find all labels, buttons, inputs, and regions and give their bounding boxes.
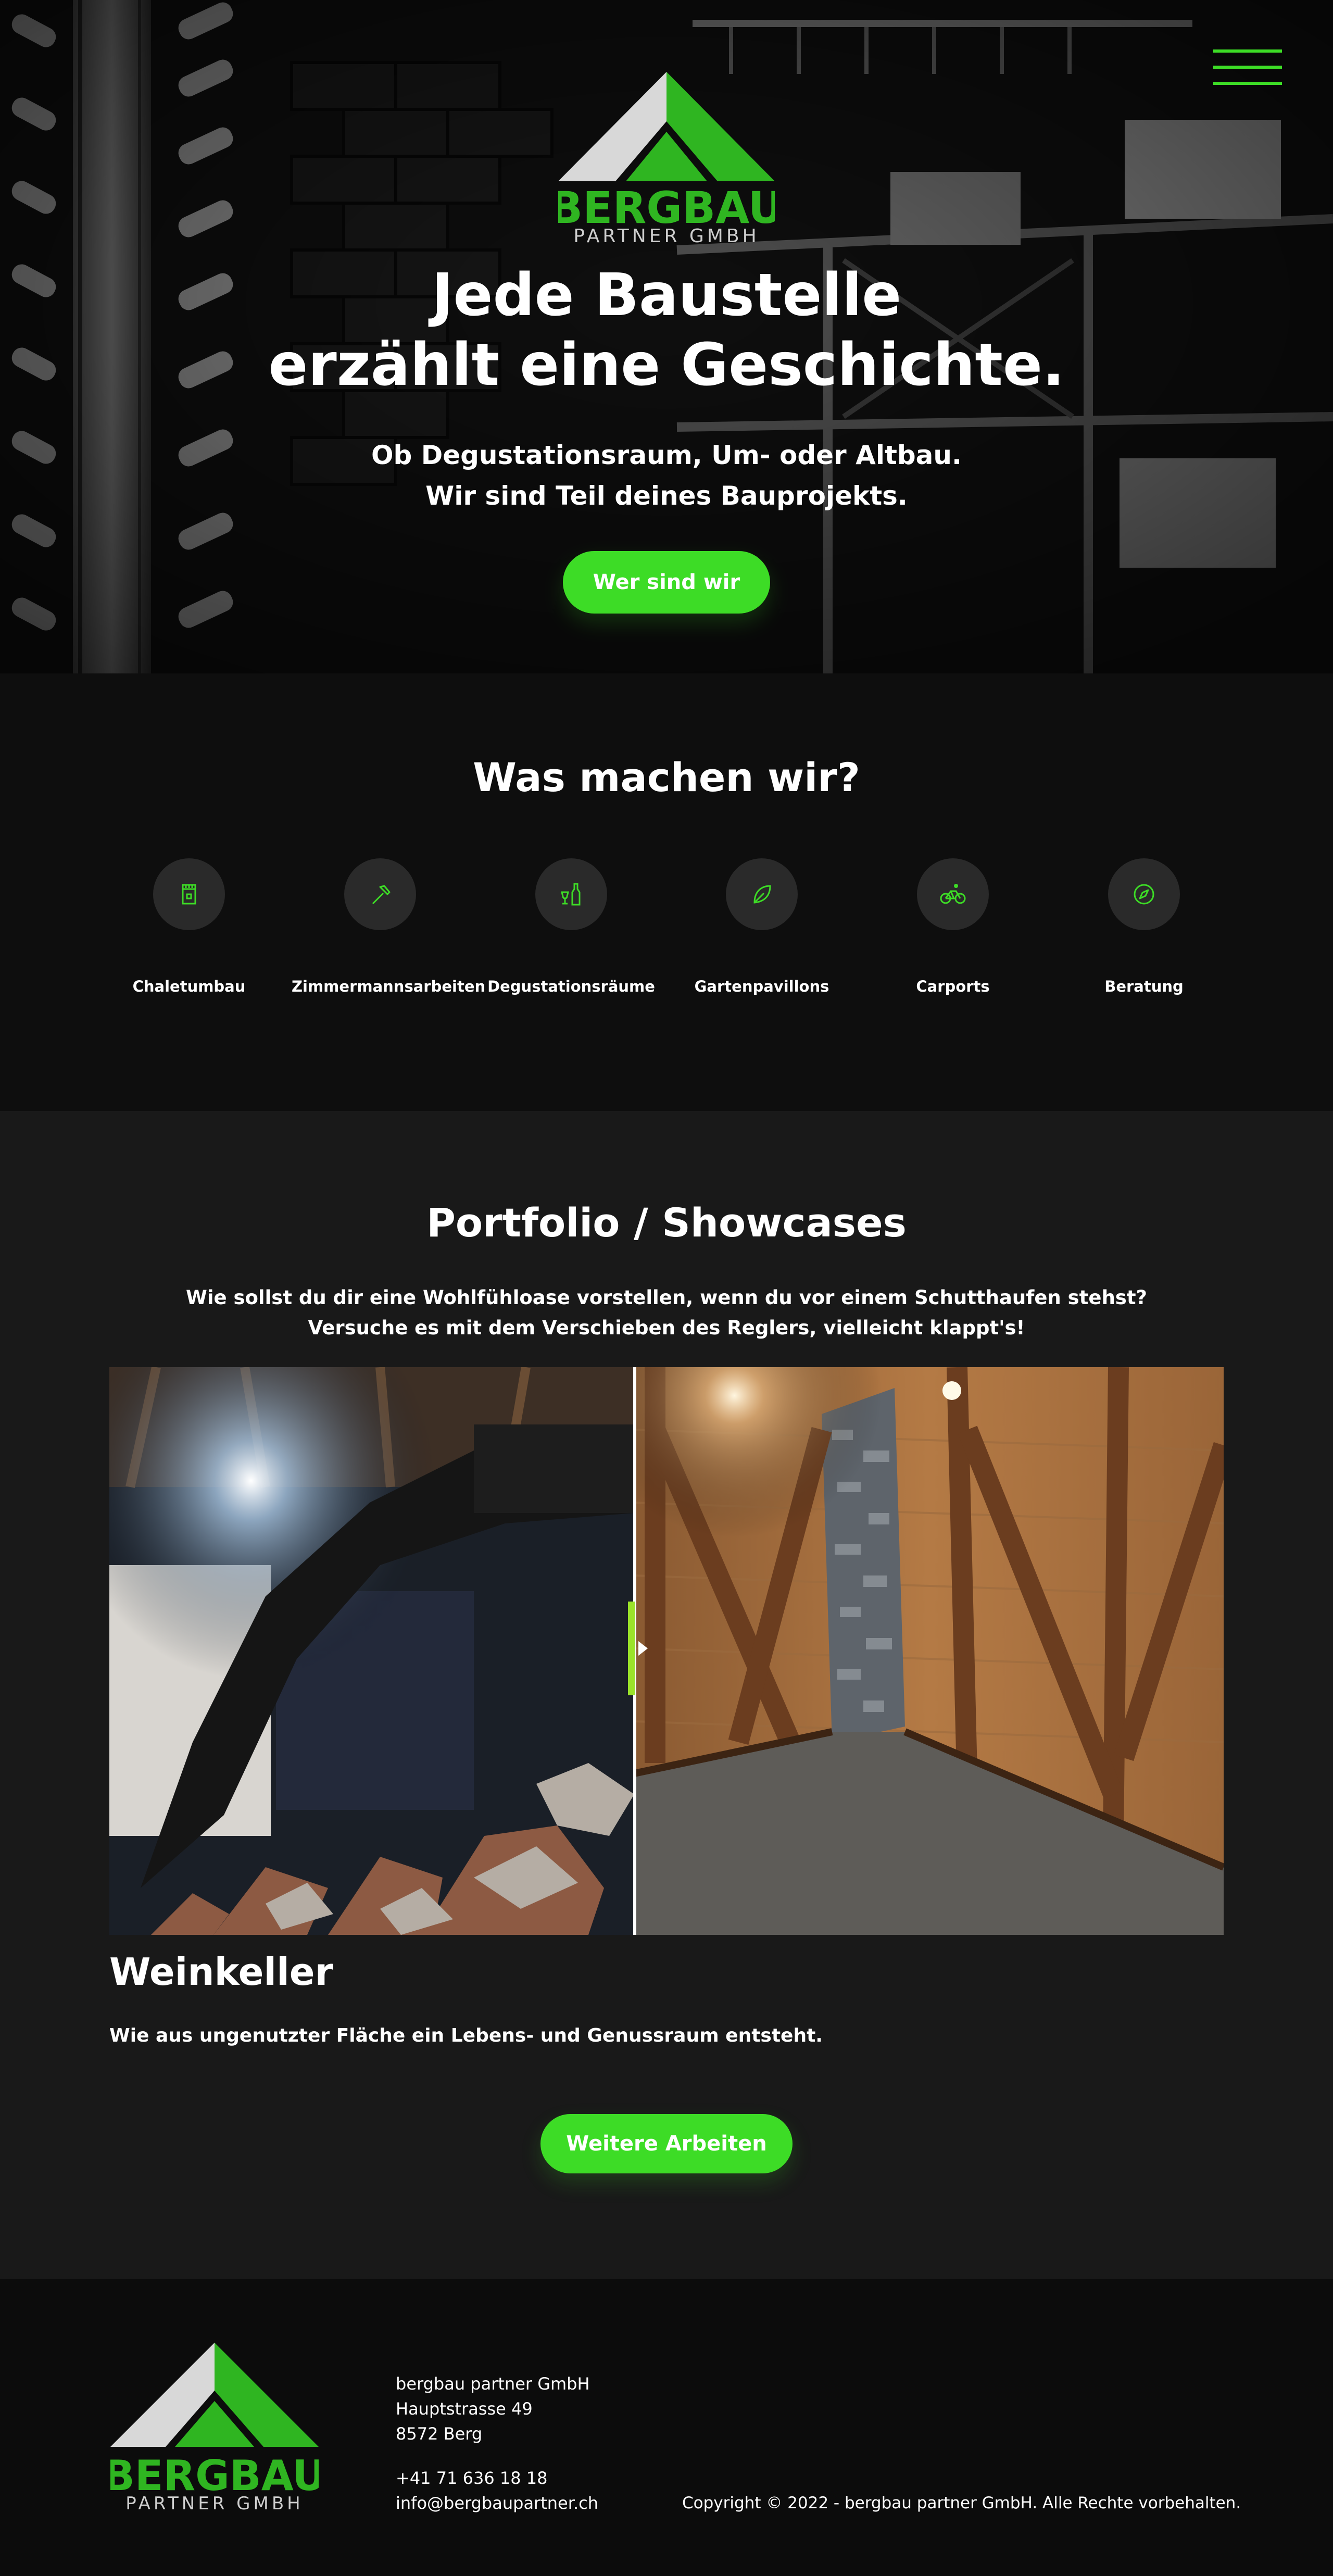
hero-subtitle-line2: Wir sind Teil deines Bauprojekts. <box>425 481 908 511</box>
logo-subtitle: PARTNER GMBH <box>573 226 759 244</box>
footer: BERGBAU PARTNER GMBH bergbau partner Gmb… <box>0 2279 1333 2576</box>
case-title: Weinkeller <box>109 1950 334 1994</box>
compass-icon <box>1134 884 1154 905</box>
service-icon-circle <box>726 858 798 930</box>
portfolio-title: Portfolio / Showcases <box>426 1199 907 1246</box>
services-title: Was machen wir? <box>473 754 860 801</box>
portfolio-intro-line2: Versuche es mit dem Verschieben des Regl… <box>308 1317 1025 1339</box>
service-gartenpavillons[interactable]: Gartenpavillons <box>673 858 850 996</box>
hero-title-line2: erzählt eine Geschichte. <box>268 331 1065 399</box>
footer-street: Hauptstrasse 49 <box>396 2399 533 2419</box>
hero-subtitle: Ob Degustationsraum, Um- oder Altbau. Wi… <box>250 435 1083 516</box>
more-work-button[interactable]: Weitere Arbeiten <box>540 2114 793 2173</box>
service-label: Zimmermannsarbeiten <box>292 978 486 995</box>
bicycle-icon <box>940 884 966 904</box>
service-label: Gartenpavillons <box>694 978 829 995</box>
hero-subtitle-line1: Ob Degustationsraum, Um- oder Altbau. <box>371 440 962 470</box>
service-chaletumbau[interactable]: Chaletumbau <box>100 858 278 996</box>
footer-logo[interactable]: BERGBAU PARTNER GMBH <box>110 2343 319 2512</box>
logo-subtitle: PARTNER GMBH <box>125 2493 303 2512</box>
footer-company: bergbau partner GmbH <box>396 2374 590 2394</box>
service-beratung[interactable]: Beratung <box>1055 858 1233 996</box>
chalet-icon <box>182 884 196 905</box>
hero-title: Jede Baustelle erzählt eine Geschichte. <box>146 260 1187 400</box>
service-label: Degustationsräume <box>487 978 655 995</box>
bergbau-logo[interactable]: BERGBAU PARTNER GMBH <box>558 72 775 244</box>
service-degustationsraeume[interactable]: Degustationsräume <box>483 858 660 996</box>
service-icon-circle <box>535 858 607 930</box>
portfolio-section: Portfolio / Showcases Wie sollst du dir … <box>0 1111 1333 2279</box>
portfolio-intro: Wie sollst du dir eine Wohlfühloase vors… <box>146 1283 1187 1343</box>
service-zimmermannsarbeiten[interactable]: Zimmermannsarbeiten <box>292 858 486 996</box>
portfolio-intro-line1: Wie sollst du dir eine Wohlfühloase vors… <box>186 1286 1147 1309</box>
service-icon-circle <box>344 858 416 930</box>
service-icon-circle <box>1108 858 1180 930</box>
service-carports[interactable]: Carports <box>864 858 1041 996</box>
after-image <box>634 1367 1224 1935</box>
hammer-icon <box>372 885 391 905</box>
footer-city: 8572 Berg <box>396 2424 483 2444</box>
before-image <box>109 1367 634 1935</box>
leaf-icon <box>753 885 771 904</box>
service-icon-circle <box>917 858 989 930</box>
hero-title-line1: Jede Baustelle <box>431 261 902 329</box>
slider-arrow-icon <box>638 1641 648 1656</box>
footer-address: bergbau partner GmbH Hauptstrasse 49 857… <box>396 2371 590 2446</box>
wine-icon <box>561 883 581 906</box>
hamburger-icon <box>1213 49 1282 53</box>
service-label: Beratung <box>1104 978 1184 995</box>
hamburger-menu-button[interactable] <box>1213 49 1282 85</box>
about-us-button[interactable]: Wer sind wir <box>563 551 770 614</box>
case-description: Wie aus ungenutzter Fläche ein Lebens- u… <box>109 2025 823 2046</box>
hamburger-icon-bar <box>1213 82 1282 85</box>
slider-handle[interactable] <box>628 1602 635 1695</box>
service-label: Carports <box>916 978 990 995</box>
services-section: Was machen wir? Chaletumbau Zimmermannsa… <box>0 673 1333 1111</box>
footer-copyright: Copyright © 2022 - bergbau partner GmbH.… <box>682 2494 1241 2512</box>
before-after-slider[interactable] <box>109 1367 1224 1935</box>
footer-email-link[interactable]: info@bergbaupartner.ch <box>396 2491 598 2516</box>
hero-section: BERGBAU PARTNER GMBH Jede Baustelle erzä… <box>0 0 1333 673</box>
service-label: Chaletumbau <box>132 978 246 995</box>
service-icon-circle <box>153 858 225 930</box>
footer-contact: +41 71 636 18 18 info@bergbaupartner.ch <box>396 2466 598 2516</box>
hamburger-icon-bar <box>1213 66 1282 69</box>
footer-phone-link[interactable]: +41 71 636 18 18 <box>396 2466 598 2491</box>
